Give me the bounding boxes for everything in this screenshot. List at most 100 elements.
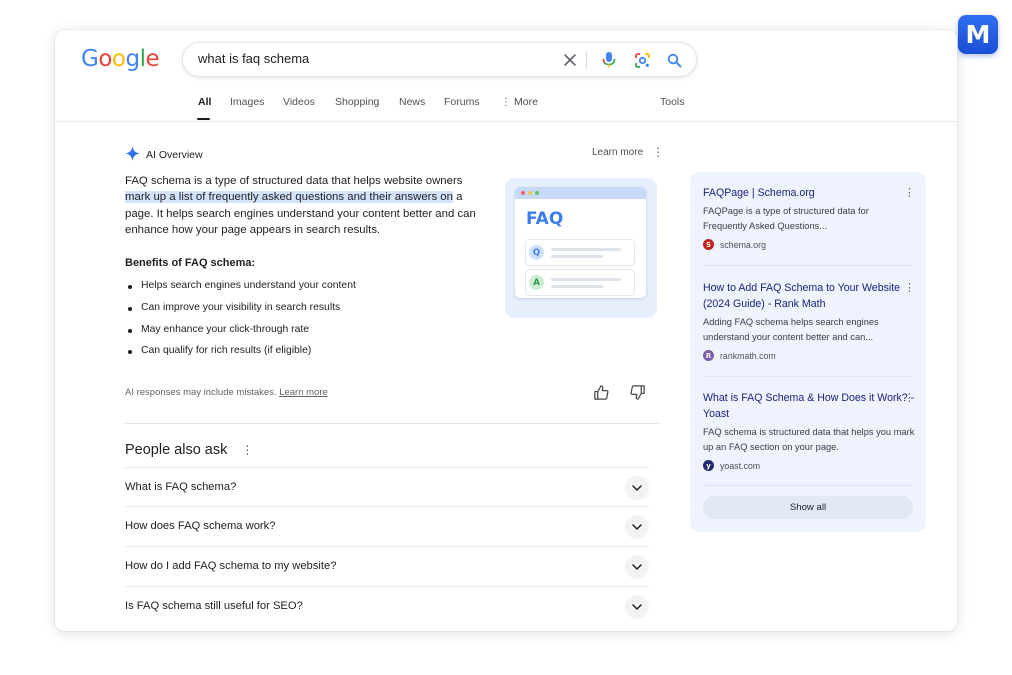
source-divider — [703, 485, 913, 486]
sparkle-icon — [125, 146, 140, 164]
faq-illustration-title: FAQ — [526, 209, 564, 229]
ai-overview-label: AI Overview — [146, 149, 203, 161]
source-domain: yoast.com — [720, 460, 761, 471]
source-domain: schema.org — [720, 239, 766, 250]
section-divider — [125, 423, 659, 424]
window-dot-yellow — [528, 191, 532, 195]
source-menu-icon[interactable]: ⋮ — [904, 391, 915, 404]
logo-letters: Google — [81, 46, 160, 72]
faq-illustration-window: FAQ Q A — [515, 187, 646, 298]
source-site: y yoast.com — [703, 460, 915, 471]
logo-letter: o — [111, 46, 126, 72]
rankmath-favicon-icon: R — [703, 350, 714, 361]
show-all-button[interactable]: Show all — [703, 496, 913, 519]
paa-question-text: How do I add FAQ schema to my website? — [125, 560, 337, 572]
thumbs-down-icon[interactable] — [629, 384, 647, 402]
benefits-heading: Benefits of FAQ schema: — [125, 257, 256, 269]
window-dot-green — [535, 191, 539, 195]
search-icon[interactable] — [664, 50, 684, 70]
placeholder-line — [551, 285, 603, 288]
source-site: S schema.org — [703, 239, 915, 250]
badge-letter: M — [965, 20, 991, 49]
chevron-down-icon[interactable] — [625, 515, 649, 539]
tab-more[interactable]: ⋮ More — [501, 96, 538, 108]
learn-more-link[interactable]: Learn more — [592, 147, 643, 158]
ai-disclaimer: AI responses may include mistakes. Learn… — [125, 387, 328, 398]
benefit-item: May enhance your click-through rate — [125, 324, 356, 346]
tab-forums[interactable]: Forums — [444, 96, 480, 108]
faq-window-bar — [515, 187, 646, 199]
more-kebab-icon: ⋮ — [501, 97, 511, 108]
source-title[interactable]: FAQPage | Schema.org — [703, 185, 915, 201]
source-card[interactable]: How to Add FAQ Schema to Your Website (2… — [703, 280, 915, 361]
tab-shopping[interactable]: Shopping — [335, 96, 379, 108]
close-icon[interactable] — [560, 50, 580, 70]
faq-answer-row: A — [525, 269, 635, 296]
source-menu-icon[interactable]: ⋮ — [904, 281, 915, 294]
ai-overview-menu-icon[interactable]: ⋮ — [652, 145, 664, 159]
source-domain: rankmath.com — [720, 350, 776, 361]
search-input[interactable] — [198, 51, 548, 66]
people-also-ask-title: People also ask ⋮ — [125, 442, 253, 458]
paa-question-text: How does FAQ schema work? — [125, 520, 276, 532]
source-menu-icon[interactable]: ⋮ — [904, 186, 915, 199]
source-card[interactable]: FAQPage | Schema.org FAQPage is a type o… — [703, 185, 915, 250]
paa-question[interactable]: How do I add FAQ schema to my website? — [125, 546, 649, 586]
benefit-item: Can improve your visibility in search re… — [125, 302, 356, 324]
answer-badge: A — [529, 275, 544, 290]
chevron-down-icon[interactable] — [625, 476, 649, 500]
page: M Google what is faq schema All Images V… — [0, 0, 1012, 675]
search-divider — [586, 51, 587, 69]
placeholder-line — [551, 278, 621, 281]
paa-question[interactable]: How does FAQ schema work? — [125, 506, 649, 546]
tab-images[interactable]: Images — [230, 96, 264, 108]
paa-question[interactable]: Is FAQ schema still useful for SEO? — [125, 586, 649, 626]
disclaimer-text: AI responses may include mistakes. — [125, 387, 277, 398]
summary-highlight: mark up a list of frequently asked quest… — [125, 191, 453, 204]
faq-question-row: Q — [525, 239, 635, 266]
paa-question[interactable]: What is FAQ schema? — [125, 467, 649, 507]
placeholder-line — [551, 255, 603, 258]
logo-letter: e — [145, 46, 160, 72]
source-snippet: Adding FAQ schema helps search engines u… — [703, 317, 879, 342]
chevron-down-icon[interactable] — [625, 595, 649, 619]
search-tabs: All Images Videos Shopping News Forums ⋮… — [55, 96, 957, 122]
question-badge: Q — [529, 245, 544, 260]
faq-illustration[interactable]: FAQ Q A — [505, 178, 657, 318]
ai-overview-header: AI Overview — [125, 146, 203, 164]
tab-all[interactable]: All — [198, 96, 211, 108]
source-divider — [703, 376, 913, 377]
yoast-favicon-icon: y — [703, 460, 714, 471]
tab-news[interactable]: News — [399, 96, 425, 108]
paa-question-text: What is FAQ schema? — [125, 481, 237, 493]
tab-more-label: More — [514, 96, 538, 108]
header-divider — [55, 121, 957, 122]
schema-org-favicon-icon: S — [703, 239, 714, 250]
tab-videos[interactable]: Videos — [283, 96, 315, 108]
paa-menu-icon[interactable]: ⋮ — [241, 443, 253, 457]
ai-overview-summary: FAQ schema is a type of structured data … — [125, 173, 485, 239]
benefit-item: Helps search engines understand your con… — [125, 280, 356, 302]
source-title[interactable]: What is FAQ Schema & How Does it Work? -… — [703, 390, 915, 422]
window-dot-red — [521, 191, 525, 195]
source-snippet: FAQPage is a type of structured data for… — [703, 206, 869, 231]
google-logo[interactable]: Google — [81, 46, 160, 72]
chevron-down-icon[interactable] — [625, 555, 649, 579]
active-tab-indicator — [197, 118, 210, 120]
source-title[interactable]: How to Add FAQ Schema to Your Website (2… — [703, 280, 915, 312]
lens-icon[interactable] — [632, 50, 652, 70]
source-snippet: FAQ schema is structured data that helps… — [703, 427, 915, 452]
source-divider — [703, 265, 913, 266]
search-results-window: Google what is faq schema All Images Vid… — [55, 30, 957, 631]
benefits-list: Helps search engines understand your con… — [125, 280, 356, 367]
logo-letter: G — [81, 46, 99, 72]
thumbs-up-icon[interactable] — [593, 384, 611, 402]
disclaimer-learn-more-link[interactable]: Learn more — [279, 387, 328, 398]
benefit-item: Can qualify for rich results (if eligibl… — [125, 345, 356, 367]
source-card[interactable]: What is FAQ Schema & How Does it Work? -… — [703, 390, 915, 471]
mic-icon[interactable] — [599, 50, 619, 70]
sources-panel: FAQPage | Schema.org FAQPage is a type o… — [690, 172, 926, 532]
logo-letter: g — [125, 46, 140, 72]
tools-button[interactable]: Tools — [660, 96, 685, 108]
search-bar[interactable] — [182, 42, 697, 77]
